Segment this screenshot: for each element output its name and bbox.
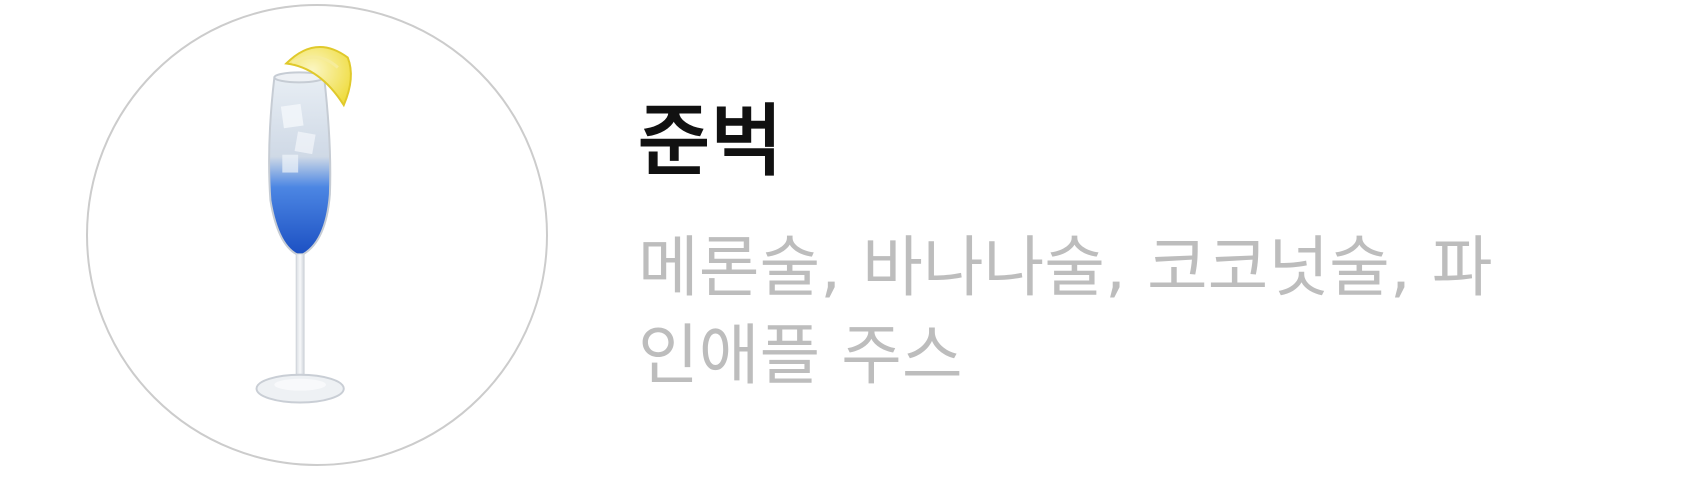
drink-name: 준벅 bbox=[638, 97, 784, 187]
item-info: 준벅 메론술, 바나나술, 코코넛술, 파인애플 주스 bbox=[638, 97, 1638, 400]
drink-ingredients: 메론술, 바나나술, 코코넛술, 파인애플 주스 bbox=[638, 228, 1493, 394]
cocktail-glass-icon bbox=[255, 45, 352, 404]
drink-photo bbox=[86, 4, 548, 466]
menu-item-card: 준벅 메론술, 바나나술, 코코넛술, 파인애플 주스 bbox=[0, 0, 1704, 478]
